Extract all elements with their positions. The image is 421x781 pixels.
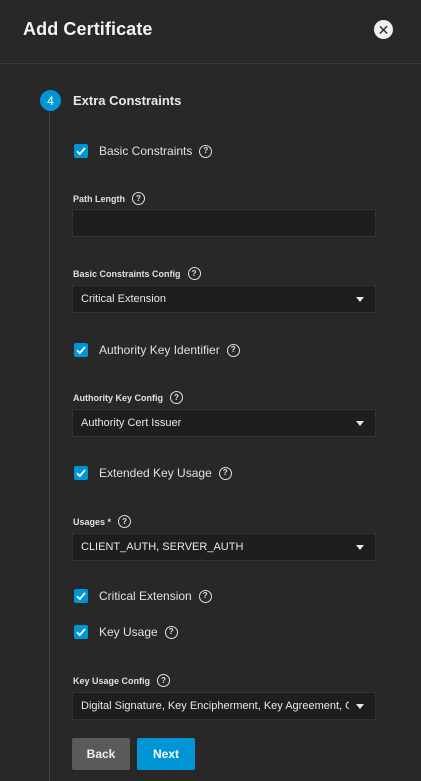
help-icon[interactable]: ?: [199, 144, 213, 158]
basic-constraints-label: Basic Constraints: [99, 144, 193, 158]
usages-label-row: Usages * ?: [73, 515, 132, 528]
checkmark-icon: [76, 469, 86, 478]
checkmark-icon: [76, 147, 86, 156]
key-usage-label: Key Usage: [99, 625, 158, 639]
extended-key-usage-checkbox[interactable]: [74, 466, 88, 480]
authority-key-config-select[interactable]: Authority Cert Issuer: [72, 409, 376, 437]
step-title: Extra Constraints: [73, 93, 182, 108]
key-usage-row: Key Usage ?: [74, 625, 178, 639]
basic-constraints-config-label-row: Basic Constraints Config ?: [73, 267, 201, 280]
basic-constraints-config-select[interactable]: Critical Extension: [72, 285, 376, 313]
select-value: Authority Cert Issuer: [81, 417, 182, 429]
checkmark-icon: [76, 628, 86, 637]
checkmark-icon: [76, 346, 86, 355]
path-length-input[interactable]: [72, 209, 376, 237]
critical-extension-row: Critical Extension ?: [74, 589, 212, 603]
key-usage-checkbox[interactable]: [74, 625, 88, 639]
extended-key-usage-row: Extended Key Usage ?: [74, 466, 232, 480]
help-icon[interactable]: ?: [187, 267, 201, 280]
help-icon[interactable]: ?: [132, 192, 145, 205]
stepper-line: [49, 111, 50, 781]
chevron-down-icon: [356, 704, 364, 709]
help-icon[interactable]: ?: [118, 515, 132, 528]
authority-key-identifier-label: Authority Key Identifier: [99, 343, 220, 357]
basic-constraints-row: Basic Constraints ?: [74, 144, 213, 158]
authority-key-identifier-checkbox[interactable]: [74, 343, 88, 357]
help-icon[interactable]: ?: [164, 625, 178, 639]
path-length-label-row: Path Length ?: [73, 192, 145, 205]
basic-constraints-config-label: Basic Constraints Config: [73, 268, 181, 279]
close-icon[interactable]: ✕: [374, 20, 393, 39]
help-icon[interactable]: ?: [198, 589, 212, 603]
help-icon[interactable]: ?: [226, 343, 240, 357]
basic-constraints-checkbox[interactable]: [74, 144, 88, 158]
authority-key-config-label: Authority Key Config: [73, 392, 163, 403]
chevron-down-icon: [356, 421, 364, 426]
chevron-down-icon: [356, 297, 364, 302]
critical-extension-label: Critical Extension: [99, 589, 192, 603]
key-usage-config-select[interactable]: Digital Signature, Key Encipherment, Key…: [72, 692, 376, 720]
dialog-title: Add Certificate: [23, 19, 153, 39]
checkmark-icon: [76, 592, 86, 601]
key-usage-config-label-row: Key Usage Config ?: [73, 674, 171, 687]
usages-label: Usages *: [73, 516, 112, 527]
help-icon[interactable]: ?: [218, 466, 232, 480]
select-value: Critical Extension: [81, 293, 166, 305]
select-value: CLIENT_AUTH, SERVER_AUTH: [81, 541, 244, 553]
back-button[interactable]: Back: [72, 738, 130, 770]
authority-key-config-label-row: Authority Key Config ?: [73, 391, 183, 404]
chevron-down-icon: [356, 545, 364, 550]
extended-key-usage-label: Extended Key Usage: [99, 466, 212, 480]
step-number-badge: 4: [40, 90, 61, 111]
dialog-header: Add Certificate ✕: [0, 0, 421, 64]
authority-key-identifier-row: Authority Key Identifier ?: [74, 343, 240, 357]
help-icon[interactable]: ?: [157, 674, 171, 687]
key-usage-config-label: Key Usage Config: [73, 675, 151, 686]
path-length-label: Path Length: [73, 193, 125, 204]
usages-select[interactable]: CLIENT_AUTH, SERVER_AUTH: [72, 533, 376, 561]
critical-extension-checkbox[interactable]: [74, 589, 88, 603]
select-value: Digital Signature, Key Encipherment, Key…: [81, 700, 349, 712]
next-button[interactable]: Next: [137, 738, 195, 770]
help-icon[interactable]: ?: [170, 391, 183, 404]
